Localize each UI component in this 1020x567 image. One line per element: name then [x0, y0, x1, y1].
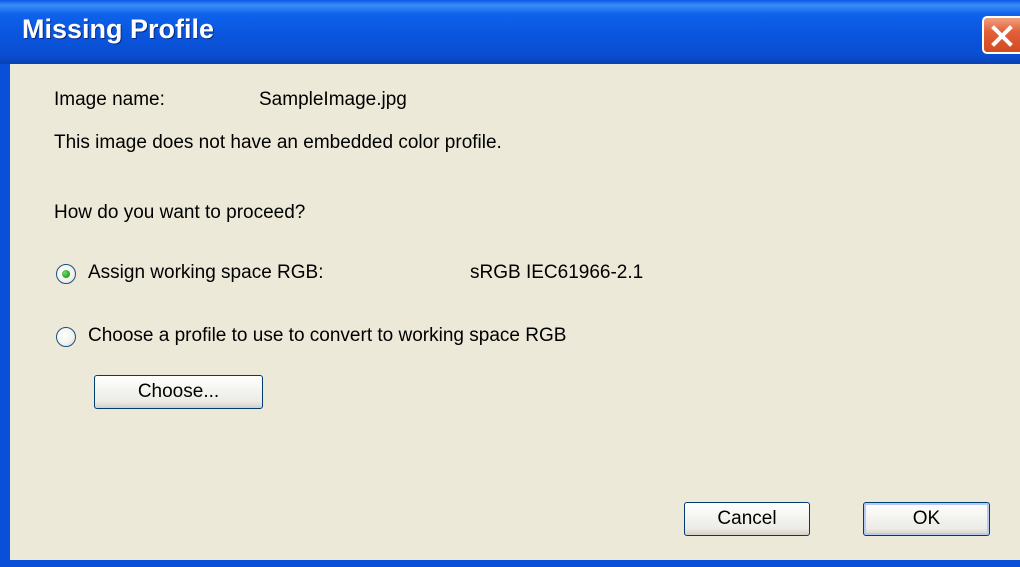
radio-selected-dot — [62, 270, 70, 278]
window-bottom-border — [0, 560, 1020, 567]
image-name-value: SampleImage.jpg — [259, 89, 407, 110]
option-choose-label[interactable]: Choose a profile to use to convert to wo… — [88, 325, 566, 347]
option-assign-label[interactable]: Assign working space RGB: — [88, 262, 324, 284]
choose-button[interactable]: Choose... — [94, 375, 263, 409]
radio-assign-working-space[interactable] — [56, 264, 76, 284]
window-title: Missing Profile — [22, 14, 215, 44]
radio-choose-profile[interactable] — [56, 327, 76, 347]
dialog-window: Missing Profile Image name: SampleImage.… — [0, 0, 1020, 567]
working-space-profile-value: sRGB IEC61966-2.1 — [470, 262, 644, 283]
title-bar[interactable]: Missing Profile — [0, 0, 1020, 64]
image-name-label: Image name: — [54, 89, 165, 110]
question-text: How do you want to proceed? — [54, 202, 306, 223]
ok-button[interactable]: OK — [863, 502, 990, 536]
message-text: This image does not have an embedded col… — [54, 132, 502, 153]
close-button[interactable] — [982, 16, 1020, 54]
cancel-button[interactable]: Cancel — [684, 502, 810, 536]
close-icon — [991, 25, 1013, 47]
dialog-body: Image name: SampleImage.jpg This image d… — [10, 64, 1020, 567]
